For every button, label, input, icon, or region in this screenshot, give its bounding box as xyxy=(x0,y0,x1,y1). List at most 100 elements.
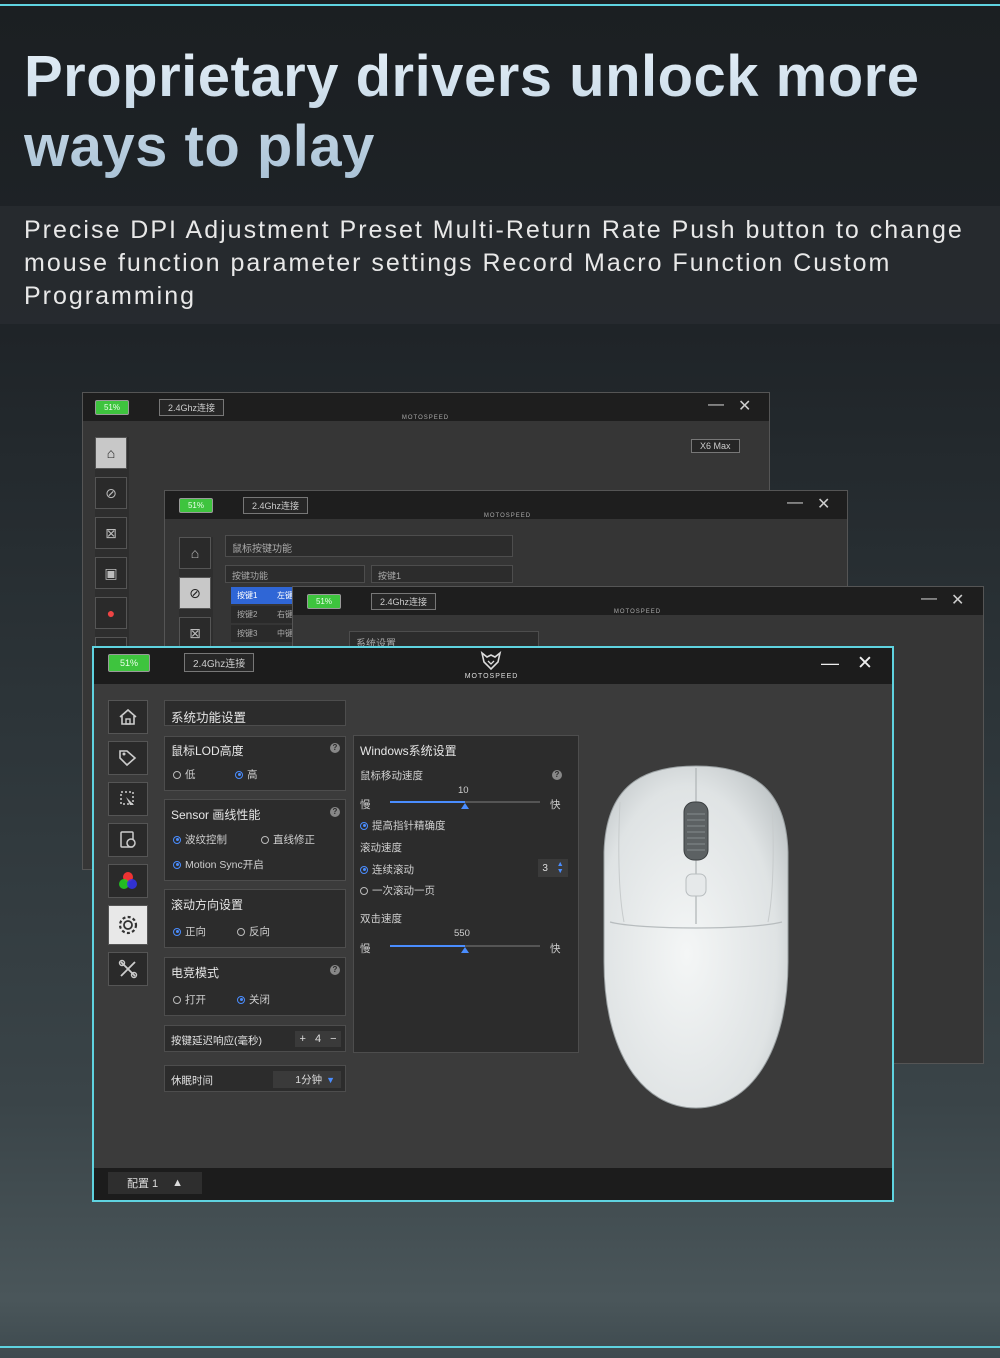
double-click-slider[interactable] xyxy=(390,945,540,953)
bottom-accent-line xyxy=(0,1346,1000,1348)
radio-button[interactable] xyxy=(261,835,269,844)
debounce-label: 按键延迟响应(毫秒) xyxy=(171,1035,262,1047)
ripple-control-option[interactable]: 波纹控制 xyxy=(173,832,227,847)
scroll-lines-option[interactable]: 连续滚动 xyxy=(360,862,414,877)
angle-snap-option[interactable]: 直线修正 xyxy=(261,832,315,847)
radio-button[interactable] xyxy=(173,835,181,844)
sensor-title: Sensor 画线性能 xyxy=(171,808,261,822)
column-label: 按键功能 xyxy=(232,571,269,581)
slider-thumb[interactable] xyxy=(461,803,469,809)
option-label: Motion Sync开启 xyxy=(185,859,264,871)
battery-indicator: 51% xyxy=(95,400,129,415)
radio-button[interactable] xyxy=(360,886,368,895)
profile-label: 配置 1 xyxy=(126,1178,159,1190)
radio-button[interactable] xyxy=(235,770,243,779)
home-icon[interactable]: ⌂ xyxy=(95,437,127,469)
rgb-icon[interactable] xyxy=(108,864,148,898)
rgb-icon[interactable]: ● xyxy=(95,597,127,629)
scroll-page-option[interactable]: 一次滚动一页 xyxy=(360,883,435,898)
decrement-button[interactable]: − xyxy=(330,1033,336,1045)
motion-sync-option[interactable]: Motion Sync开启 xyxy=(173,857,264,872)
option-label: 直线修正 xyxy=(273,834,315,846)
brand-logo: MOTOSPEED xyxy=(401,415,450,421)
close-button[interactable]: ✕ xyxy=(951,590,964,610)
radio-button[interactable] xyxy=(360,865,368,874)
profile-icon[interactable] xyxy=(108,823,148,857)
help-icon[interactable]: ? xyxy=(330,965,340,975)
debounce-stepper[interactable]: + 4 − xyxy=(295,1031,341,1047)
sleep-time-select[interactable]: 1分钟 ▼ xyxy=(273,1071,341,1088)
mouse-product-image xyxy=(600,762,792,1112)
scroll-lines-stepper[interactable]: 3 ▲ ▼ xyxy=(538,859,568,877)
minimize-button[interactable]: — xyxy=(821,653,839,674)
profile-icon[interactable]: ▣ xyxy=(95,557,127,589)
section-title-bar: 系统功能设置 xyxy=(164,700,346,726)
minimize-button[interactable]: — xyxy=(708,396,724,414)
profile-select[interactable]: 配置 1 ▲ xyxy=(108,1172,202,1194)
close-button[interactable]: ✕ xyxy=(738,396,751,416)
hero-subtitle: Precise DPI Adjustment Preset Multi-Retu… xyxy=(24,216,964,310)
sensor-panel: Sensor 画线性能 ? 波纹控制 直线修正 Motion Sync开启 xyxy=(164,799,346,881)
pointer-speed-label: 鼠标移动速度 xyxy=(360,770,423,782)
tools-icon[interactable] xyxy=(108,952,148,986)
radio-button[interactable] xyxy=(237,927,245,936)
increment-button[interactable]: + xyxy=(300,1033,306,1045)
radio-button[interactable] xyxy=(237,995,245,1004)
lod-option-low[interactable]: 低 xyxy=(173,767,196,782)
battery-indicator: 51% xyxy=(179,498,213,513)
option-label: 关闭 xyxy=(249,994,270,1006)
panel-title: 鼠标按键功能 xyxy=(232,544,292,555)
scroll-reverse-option[interactable]: 反向 xyxy=(237,924,270,939)
tag-icon[interactable]: ⊘ xyxy=(179,577,211,609)
key-select[interactable]: 按键1 xyxy=(371,565,513,583)
help-icon[interactable]: ? xyxy=(330,743,340,753)
macro-icon[interactable] xyxy=(108,782,148,816)
macro-icon[interactable]: ⊠ xyxy=(95,517,127,549)
esports-mode-panel: 电竞模式 ? 打开 关闭 xyxy=(164,957,346,1016)
radio-button[interactable] xyxy=(173,995,181,1004)
radio-button[interactable] xyxy=(173,860,181,869)
esports-on-option[interactable]: 打开 xyxy=(173,992,206,1007)
radio-button[interactable] xyxy=(173,770,181,779)
settings-icon[interactable] xyxy=(108,905,148,945)
minimize-button[interactable]: — xyxy=(787,494,803,512)
fast-label: 快 xyxy=(550,943,561,955)
home-icon[interactable] xyxy=(108,700,148,734)
minimize-button[interactable]: — xyxy=(921,590,937,608)
macro-icon[interactable]: ⊠ xyxy=(179,617,211,649)
brand-logo: MOTOSPEED xyxy=(613,609,662,615)
spin-arrows-icon[interactable]: ▲ ▼ xyxy=(557,861,564,875)
windows-settings-panel: Windows系统设置 鼠标移动速度 ? 10 慢 快 提高指针精确度 滚动速度… xyxy=(353,735,579,1053)
slow-label: 慢 xyxy=(360,799,371,811)
esports-off-option[interactable]: 关闭 xyxy=(237,992,270,1007)
debounce-panel: 按键延迟响应(毫秒) + 4 − xyxy=(164,1025,346,1052)
radio-button[interactable] xyxy=(173,927,181,936)
close-button[interactable]: ✕ xyxy=(857,652,873,675)
scroll-speed-label: 滚动速度 xyxy=(360,842,402,854)
lod-option-high[interactable]: 高 xyxy=(235,767,258,782)
scroll-forward-option[interactable]: 正向 xyxy=(173,924,206,939)
tag-icon[interactable]: ⊘ xyxy=(95,477,127,509)
radio-button[interactable] xyxy=(360,821,368,830)
battery-indicator: 51% xyxy=(307,594,341,609)
double-click-value: 550 xyxy=(454,928,470,939)
brand-logo: MOTOSPEED xyxy=(483,513,532,519)
option-label: 打开 xyxy=(185,994,206,1006)
help-icon[interactable]: ? xyxy=(552,770,562,780)
home-icon[interactable]: ⌂ xyxy=(179,537,211,569)
pointer-precision-option[interactable]: 提高指针精确度 xyxy=(360,818,446,833)
model-label: X6 Max xyxy=(691,439,740,453)
page-title: 系统功能设置 xyxy=(171,711,247,725)
slider-thumb[interactable] xyxy=(461,947,469,953)
connection-label: 2.4Ghz连接 xyxy=(371,593,437,610)
pointer-speed-value: 10 xyxy=(458,785,469,796)
pointer-speed-slider[interactable] xyxy=(390,801,540,809)
sleep-time-value: 1分钟 xyxy=(295,1074,323,1086)
slider-fill xyxy=(390,945,465,947)
tag-icon[interactable] xyxy=(108,741,148,775)
close-button[interactable]: ✕ xyxy=(817,494,830,514)
option-label: 反向 xyxy=(249,926,270,938)
scroll-direction-title: 滚动方向设置 xyxy=(171,898,244,912)
help-icon[interactable]: ? xyxy=(330,807,340,817)
option-label: 提高指针精确度 xyxy=(372,820,446,832)
